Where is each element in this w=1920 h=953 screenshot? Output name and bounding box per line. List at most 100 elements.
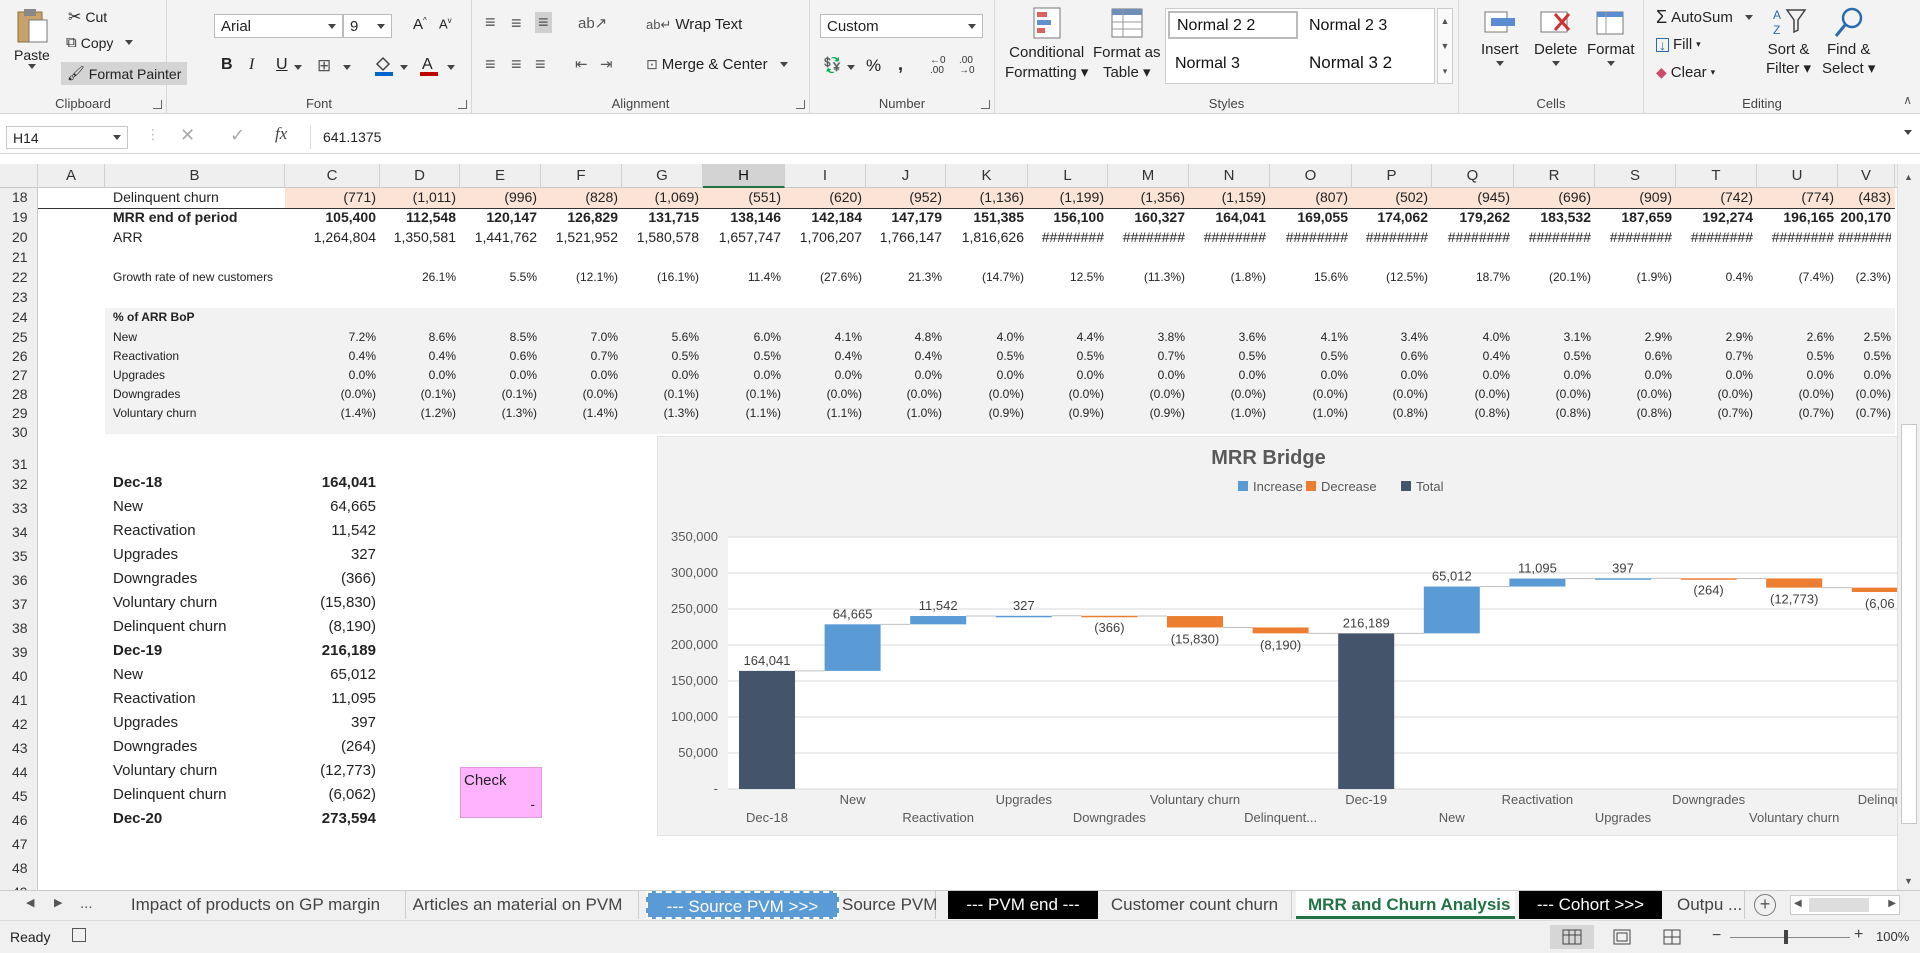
bridge-value[interactable]: (15,830) <box>285 591 376 615</box>
wrap-text-button[interactable]: ab↵ Wrap Text <box>646 16 742 33</box>
arr-value[interactable]: ######## <box>1432 228 1510 247</box>
arr-value[interactable]: 1,264,804 <box>285 228 376 247</box>
italic-button[interactable]: I <box>249 56 254 74</box>
column-header-f[interactable]: F <box>541 164 622 188</box>
pct-row-value[interactable]: 0.5% <box>1270 347 1348 366</box>
sheet-tab[interactable]: Articles an material on PVM <box>397 891 639 919</box>
arr-value[interactable]: ######## <box>1189 228 1266 247</box>
sheet-tab[interactable]: MRR and Churn Analysis <box>1296 891 1515 919</box>
growth-rate-label[interactable]: Growth rate of new customers <box>113 268 293 287</box>
sheet-tab[interactable]: Impact of products on GP margin <box>106 891 406 919</box>
pct-row-value[interactable]: 0.5% <box>1189 347 1266 366</box>
decrease-decimal-button[interactable]: .00 →0 <box>959 56 975 76</box>
pct-row-value[interactable]: (0.0%) <box>1270 385 1348 404</box>
pct-row-value[interactable]: 0.0% <box>541 366 618 385</box>
mrr-end-value[interactable]: 105,400 <box>285 208 376 227</box>
pct-row-label[interactable]: Voluntary churn <box>113 404 283 423</box>
font-size-select[interactable]: 9 <box>343 14 392 38</box>
mrr-end-value[interactable]: 142,184 <box>785 208 862 227</box>
merge-caret[interactable] <box>779 62 788 67</box>
mrr-end-value[interactable]: 126,829 <box>541 208 618 227</box>
mrr-end-value[interactable]: 112,548 <box>380 208 456 227</box>
growth-rate-value[interactable]: 5.5% <box>460 268 537 287</box>
increase-indent-button[interactable]: ⇥ <box>600 55 613 73</box>
mrr-end-value[interactable]: 183,532 <box>1514 208 1591 227</box>
bridge-label[interactable]: Dec-18 <box>113 471 283 495</box>
expand-formula-bar-icon[interactable] <box>1904 130 1912 135</box>
mrr-end-value[interactable]: 147,179 <box>866 208 942 227</box>
pct-row-value[interactable]: 3.1% <box>1514 328 1591 347</box>
pct-row-value[interactable]: (0.0%) <box>1676 385 1753 404</box>
growth-rate-value[interactable]: (11.3%) <box>1108 268 1185 287</box>
row-header-20[interactable]: 20 <box>0 228 38 247</box>
pct-row-value[interactable]: (0.8%) <box>1432 404 1510 423</box>
pct-row-value[interactable]: 5.6% <box>622 328 699 347</box>
pct-row-value[interactable]: 4.0% <box>946 328 1024 347</box>
pct-row-label[interactable]: New <box>113 328 283 347</box>
delinquent-churn-value[interactable]: (551) <box>703 188 781 207</box>
mrr-end-value[interactable]: 156,100 <box>1028 208 1104 227</box>
bridge-value[interactable]: (12,773) <box>285 759 376 783</box>
pct-row-value[interactable]: 4.8% <box>866 328 942 347</box>
pct-row-value[interactable]: 4.4% <box>1028 328 1104 347</box>
delinquent-churn-value[interactable]: (807) <box>1270 188 1348 207</box>
pct-row-value[interactable]: 2.6% <box>1757 328 1834 347</box>
bridge-value[interactable]: (264) <box>285 735 376 759</box>
column-header-b[interactable]: B <box>105 164 285 188</box>
bridge-value[interactable]: 327 <box>285 543 376 567</box>
mrr-end-value[interactable]: 200,170 <box>1838 208 1891 227</box>
pct-row-value[interactable]: (0.0%) <box>541 385 618 404</box>
delinquent-churn-value[interactable]: (952) <box>866 188 942 207</box>
row-header-29[interactable]: 29 <box>0 404 38 423</box>
delinquent-churn-value[interactable]: (771) <box>285 188 376 207</box>
mrr-bridge-chart[interactable]: MRR Bridge Increase Decrease Total 350,000 30… <box>657 436 1900 836</box>
tab-more-icon[interactable]: ... <box>80 895 93 912</box>
row-header-23[interactable]: 23 <box>0 288 38 307</box>
mrr-end-value[interactable]: 192,274 <box>1676 208 1753 227</box>
pct-row-value[interactable]: 0.0% <box>1352 366 1428 385</box>
style-normal-3[interactable]: Normal 3 <box>1168 51 1247 79</box>
bridge-value[interactable]: (6,062) <box>285 783 376 807</box>
pct-row-value[interactable]: 0.0% <box>1270 366 1348 385</box>
page-break-view-button[interactable] <box>1660 927 1684 950</box>
row-header-41[interactable]: 41 <box>0 690 38 714</box>
bridge-value[interactable]: (366) <box>285 567 376 591</box>
pct-row-value[interactable]: (0.0%) <box>1028 385 1104 404</box>
pct-row-value[interactable]: 3.6% <box>1189 328 1266 347</box>
bridge-label[interactable]: Reactivation <box>113 687 283 711</box>
decrease-indent-button[interactable]: ⇤ <box>575 55 588 73</box>
column-header-n[interactable]: N <box>1189 164 1270 188</box>
arr-value[interactable]: ######## <box>1352 228 1428 247</box>
delinquent-churn-value[interactable]: (1,356) <box>1108 188 1185 207</box>
pct-row-value[interactable]: (1.2%) <box>380 404 456 423</box>
pct-row-label[interactable]: Reactivation <box>113 347 283 366</box>
font-name-select[interactable]: Arial <box>214 14 343 38</box>
row-header-42[interactable]: 42 <box>0 714 38 738</box>
sheet-tab[interactable]: Source PVM <box>830 891 937 919</box>
row-header-27[interactable]: 27 <box>0 366 38 385</box>
formula-bar-menu-icon[interactable]: ⋮ <box>146 126 160 143</box>
copy-caret[interactable] <box>125 40 134 45</box>
column-header-t[interactable]: T <box>1676 164 1757 188</box>
macro-record-icon[interactable] <box>72 928 86 942</box>
name-box[interactable]: H14 <box>6 126 128 149</box>
bridge-label[interactable]: Downgrades <box>113 735 283 759</box>
autosum-button[interactable]: Σ AutoSum <box>1656 7 1753 28</box>
delinquent-churn-value[interactable]: (696) <box>1514 188 1591 207</box>
fill-color-button[interactable] <box>373 54 395 76</box>
select-all-corner[interactable] <box>0 164 38 188</box>
zoom-level[interactable]: 100% <box>1876 929 1909 944</box>
arr-value[interactable]: ######## <box>1838 228 1891 247</box>
delinquent-churn-value[interactable]: (828) <box>541 188 618 207</box>
pct-row-value[interactable]: 0.0% <box>1757 366 1834 385</box>
delinquent-churn-value[interactable]: (1,199) <box>1028 188 1104 207</box>
pct-row-value[interactable]: 4.1% <box>785 328 862 347</box>
mrr-end-value[interactable]: 187,659 <box>1595 208 1672 227</box>
pct-arr-header[interactable]: % of ARR BoP <box>113 308 283 327</box>
arr-value[interactable]: ######## <box>1108 228 1185 247</box>
pct-row-value[interactable]: (0.8%) <box>1352 404 1428 423</box>
merge-center-button[interactable]: ⊡ Merge & Center <box>646 56 788 73</box>
delinquent-churn-value[interactable]: (1,159) <box>1189 188 1266 207</box>
row-header-43[interactable]: 43 <box>0 738 38 762</box>
align-center-button[interactable]: ≡ <box>511 54 522 75</box>
